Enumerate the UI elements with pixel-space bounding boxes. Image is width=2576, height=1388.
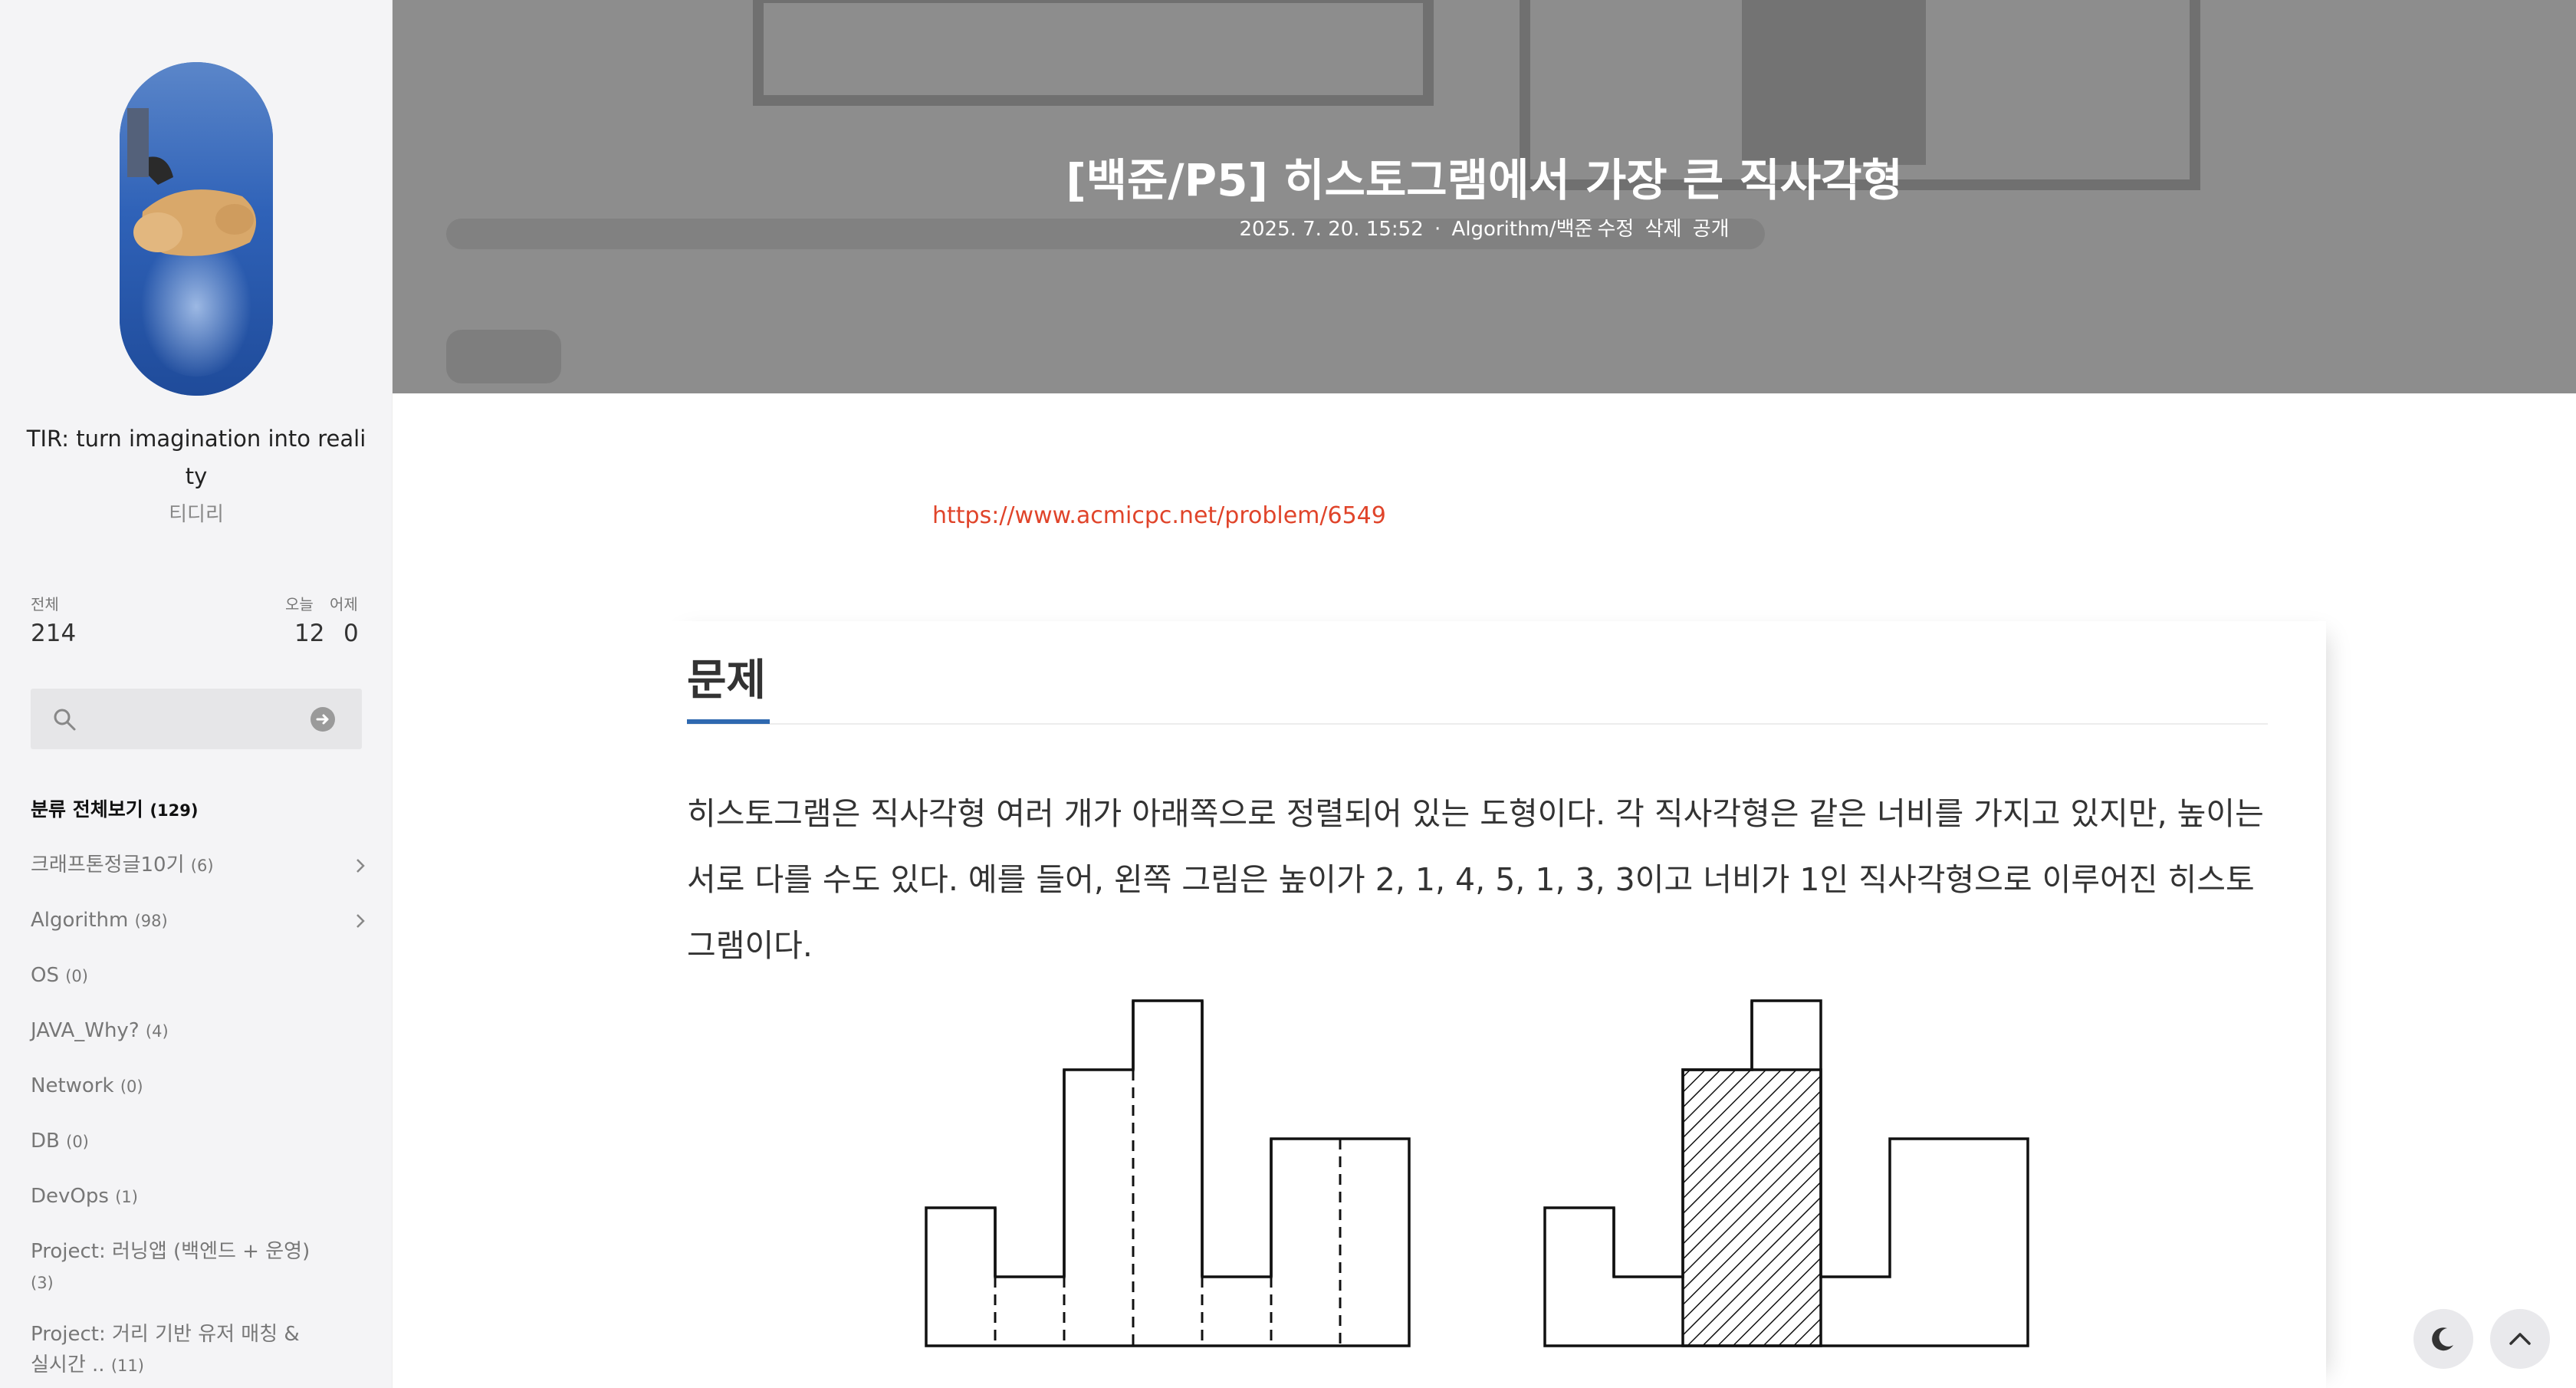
problem-description: 히스토그램은 직사각형 여러 개가 아래쪽으로 정렬되어 있는 도형이다. 각 … — [687, 795, 2264, 964]
category-label: Network — [31, 1074, 114, 1097]
category-item[interactable]: Algorithm (98) — [31, 905, 368, 960]
category-label: 크래프톤정글10기 — [31, 854, 185, 877]
search-input[interactable] — [84, 701, 310, 738]
post-header: [백준/P5] 히스토그램에서 가장 큰 직사각형 2025. 7. 20. 1… — [393, 0, 2576, 393]
category-item[interactable]: JAVA_Why? (4) — [31, 1015, 368, 1071]
post-category-link[interactable]: Algorithm/백준 — [1452, 218, 1593, 241]
histogram-left — [925, 999, 1411, 1347]
category-label: DB — [31, 1130, 60, 1153]
meta-separator: · — [1434, 218, 1441, 241]
category-label: DevOps — [31, 1185, 109, 1208]
search-submit-icon[interactable] — [310, 707, 335, 732]
histogram-right — [1543, 999, 2029, 1347]
category-count: (3) — [31, 1274, 54, 1292]
header-background-shape — [753, 0, 1434, 106]
category-count: (6) — [190, 857, 214, 875]
category-all-link[interactable]: 분류 전체보기 (129) — [31, 794, 198, 822]
header-background-shape — [1742, 0, 1926, 165]
category-label: OS — [31, 964, 59, 987]
post-date: 2025. 7. 20. 15:52 — [1239, 218, 1424, 241]
visibility-link[interactable]: 공개 — [1693, 218, 1730, 241]
category-count: (1) — [115, 1188, 138, 1206]
section-title: 문제 — [687, 656, 767, 706]
category-item[interactable]: OS (0) — [31, 960, 368, 1015]
category-list: 크래프톤정글10기 (6) Algorithm (98) OS (0) JAVA… — [31, 850, 368, 1381]
edit-link[interactable]: 수정 — [1597, 218, 1634, 241]
category-item[interactable]: Network (0) — [31, 1071, 368, 1126]
dark-mode-button[interactable] — [2413, 1309, 2473, 1369]
category-count: (0) — [65, 967, 88, 985]
category-label: Project: 거리 기반 유저 매칭 & 실시간 .. — [31, 1323, 300, 1376]
category-item[interactable]: Project: 거리 기반 유저 매칭 & 실시간 .. (11) — [31, 1319, 322, 1381]
category-item[interactable]: Project: 러닝앱 (백엔드 + 운영) (3) — [31, 1236, 322, 1319]
category-count: (0) — [120, 1077, 143, 1096]
blog-title[interactable]: TIR: turn imagination into reality — [23, 420, 370, 495]
blog-subtitle: 티디리 — [169, 503, 224, 526]
scroll-top-button[interactable] — [2490, 1309, 2550, 1369]
chevron-right-icon[interactable] — [353, 854, 368, 885]
header-background-shape — [446, 330, 561, 383]
category-label: JAVA_Why? — [31, 1019, 140, 1042]
delete-link[interactable]: 삭제 — [1645, 218, 1682, 241]
max-rectangle-highlight — [1681, 1068, 1822, 1347]
category-count: (98) — [134, 912, 168, 930]
histogram-outline — [925, 999, 1411, 1347]
chevron-up-icon — [2509, 1333, 2531, 1345]
histogram-figure — [925, 999, 2029, 1347]
problem-source-link[interactable]: https://www.acmicpc.net/problem/6549 — [932, 502, 1386, 529]
stat-total-value: 214 — [31, 620, 77, 647]
profile-image[interactable] — [120, 62, 273, 396]
category-label: Project: 러닝앱 (백엔드 + 운영) — [31, 1240, 310, 1263]
category-count: (11) — [110, 1357, 144, 1375]
category-label: Algorithm — [31, 909, 129, 932]
chevron-right-icon[interactable] — [353, 909, 368, 940]
stat-today-value: 12 — [294, 620, 325, 647]
stat-yesterday-value: 0 — [343, 620, 359, 647]
category-item[interactable]: 크래프톤정글10기 (6) — [31, 850, 368, 905]
search-box — [31, 689, 362, 749]
sidebar: TIR: turn imagination into reality 티디리 전… — [0, 0, 393, 1388]
stat-today-label: 오늘 — [285, 595, 314, 613]
category-count: (0) — [66, 1133, 89, 1151]
post-meta: 2025. 7. 20. 15:52 · Algorithm/백준 수정 삭제 공… — [393, 213, 2576, 242]
stat-total-label: 전체 — [31, 595, 59, 613]
section-title-underline — [687, 719, 770, 724]
category-all-label: 분류 전체보기 — [31, 798, 143, 821]
category-count: (4) — [145, 1022, 169, 1041]
moon-icon — [2432, 1327, 2453, 1351]
stat-yesterday-label: 어제 — [330, 595, 358, 613]
section-divider — [687, 723, 2268, 725]
category-item[interactable]: DB (0) — [31, 1126, 368, 1181]
post-title: [백준/P5] 히스토그램에서 가장 큰 직사각형 — [1066, 154, 1903, 206]
category-all-count: (129) — [150, 801, 199, 820]
search-icon — [52, 707, 77, 735]
category-item[interactable]: DevOps (1) — [31, 1181, 368, 1236]
